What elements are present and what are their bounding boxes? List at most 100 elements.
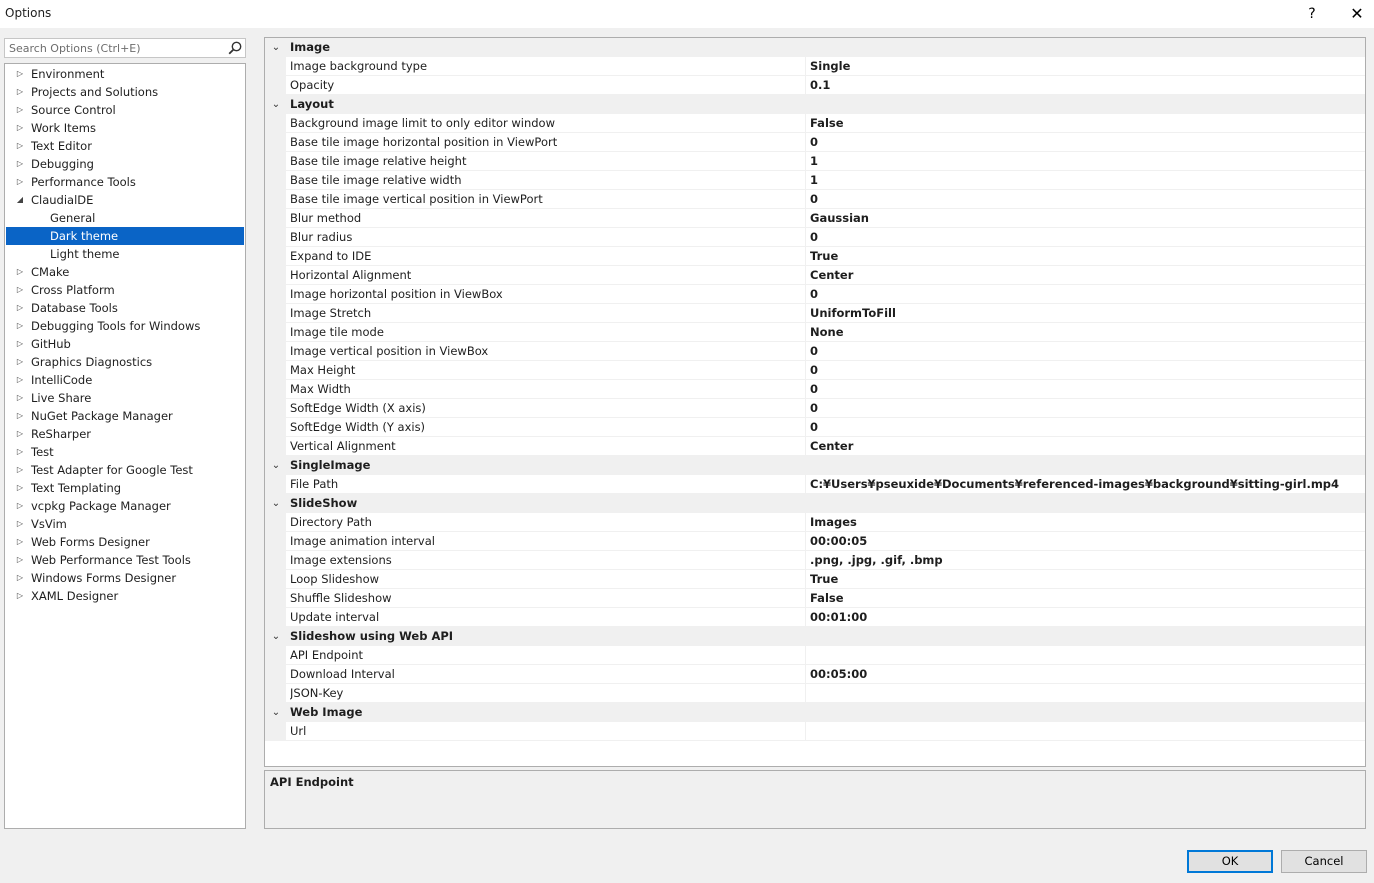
tree-item-general[interactable]: General <box>6 209 244 227</box>
property-row-image-horizontal-position-in-viewbox[interactable]: Image horizontal position in ViewBox 0 <box>265 285 1365 304</box>
tree-item-cross-platform[interactable]: ▷ Cross Platform <box>6 281 244 299</box>
tree-item-light-theme[interactable]: Light theme <box>6 245 244 263</box>
property-value[interactable]: 0 <box>805 190 1365 209</box>
tree-item-work-items[interactable]: ▷ Work Items <box>6 119 244 137</box>
ok-button[interactable]: OK <box>1187 850 1273 873</box>
property-row-update-interval[interactable]: Update interval 00:01:00 <box>265 608 1365 627</box>
property-value[interactable] <box>805 722 1365 741</box>
collapsed-arrow-icon[interactable]: ▷ <box>14 299 26 317</box>
tree-item-environment[interactable]: ▷ Environment <box>6 65 244 83</box>
property-value[interactable]: False <box>805 114 1365 133</box>
property-value[interactable]: True <box>805 570 1365 589</box>
collapsed-arrow-icon[interactable]: ▷ <box>14 173 26 191</box>
tree-item-projects-and-solutions[interactable]: ▷ Projects and Solutions <box>6 83 244 101</box>
category-layout[interactable]: ⌄ Layout <box>265 95 1365 114</box>
property-value[interactable]: 1 <box>805 152 1365 171</box>
property-value[interactable]: 00:01:00 <box>805 608 1365 627</box>
property-row-base-tile-image-horizontal-position-in-viewport[interactable]: Base tile image horizontal position in V… <box>265 133 1365 152</box>
collapsed-arrow-icon[interactable]: ▷ <box>14 515 26 533</box>
expanded-arrow-icon[interactable]: ◢ <box>14 191 26 209</box>
collapsed-arrow-icon[interactable]: ▷ <box>14 281 26 299</box>
tree-item-debugging[interactable]: ▷ Debugging <box>6 155 244 173</box>
property-row-image-extensions[interactable]: Image extensions .png, .jpg, .gif, .bmp <box>265 551 1365 570</box>
property-value[interactable]: Center <box>805 266 1365 285</box>
collapsed-arrow-icon[interactable]: ▷ <box>14 461 26 479</box>
property-row-softedge-width-y-axis[interactable]: SoftEdge Width (Y axis) 0 <box>265 418 1365 437</box>
property-row-max-height[interactable]: Max Height 0 <box>265 361 1365 380</box>
property-row-blur-radius[interactable]: Blur radius 0 <box>265 228 1365 247</box>
tree-item-text-templating[interactable]: ▷ Text Templating <box>6 479 244 497</box>
tree-item-test[interactable]: ▷ Test <box>6 443 244 461</box>
tree-item-debugging-tools-for-windows[interactable]: ▷ Debugging Tools for Windows <box>6 317 244 335</box>
chevron-down-icon[interactable]: ⌄ <box>270 95 282 114</box>
property-value[interactable]: 0.1 <box>805 76 1365 95</box>
collapsed-arrow-icon[interactable]: ▷ <box>14 533 26 551</box>
chevron-down-icon[interactable]: ⌄ <box>270 38 282 57</box>
property-value[interactable]: C:¥Users¥pseuxide¥Documents¥referenced-i… <box>805 475 1365 494</box>
property-row-expand-to-ide[interactable]: Expand to IDE True <box>265 247 1365 266</box>
collapsed-arrow-icon[interactable]: ▷ <box>14 425 26 443</box>
collapsed-arrow-icon[interactable]: ▷ <box>14 65 26 83</box>
property-value[interactable]: 00:05:00 <box>805 665 1365 684</box>
property-row-download-interval[interactable]: Download Interval 00:05:00 <box>265 665 1365 684</box>
property-value[interactable] <box>805 646 1365 665</box>
property-row-json-key[interactable]: JSON-Key <box>265 684 1365 703</box>
property-row-horizontal-alignment[interactable]: Horizontal Alignment Center <box>265 266 1365 285</box>
collapsed-arrow-icon[interactable]: ▷ <box>14 137 26 155</box>
chevron-down-icon[interactable]: ⌄ <box>270 456 282 475</box>
property-row-image-tile-mode[interactable]: Image tile mode None <box>265 323 1365 342</box>
property-value[interactable]: Images <box>805 513 1365 532</box>
collapsed-arrow-icon[interactable]: ▷ <box>14 479 26 497</box>
collapsed-arrow-icon[interactable]: ▷ <box>14 569 26 587</box>
chevron-down-icon[interactable]: ⌄ <box>270 703 282 722</box>
property-row-image-background-type[interactable]: Image background type Single <box>265 57 1365 76</box>
property-value[interactable]: Gaussian <box>805 209 1365 228</box>
chevron-down-icon[interactable]: ⌄ <box>270 627 282 646</box>
tree-item-github[interactable]: ▷ GitHub <box>6 335 244 353</box>
property-value[interactable]: Center <box>805 437 1365 456</box>
collapsed-arrow-icon[interactable]: ▷ <box>14 389 26 407</box>
property-row-background-image-limit-to-only-editor-window[interactable]: Background image limit to only editor wi… <box>265 114 1365 133</box>
tree-item-text-editor[interactable]: ▷ Text Editor <box>6 137 244 155</box>
collapsed-arrow-icon[interactable]: ▷ <box>14 263 26 281</box>
tree-item-xaml-designer[interactable]: ▷ XAML Designer <box>6 587 244 605</box>
tree-item-resharper[interactable]: ▷ ReSharper <box>6 425 244 443</box>
category-slideshow[interactable]: ⌄ SlideShow <box>265 494 1365 513</box>
collapsed-arrow-icon[interactable]: ▷ <box>14 83 26 101</box>
collapsed-arrow-icon[interactable]: ▷ <box>14 353 26 371</box>
tree-item-windows-forms-designer[interactable]: ▷ Windows Forms Designer <box>6 569 244 587</box>
property-row-softedge-width-x-axis[interactable]: SoftEdge Width (X axis) 0 <box>265 399 1365 418</box>
tree-item-test-adapter-for-google-test[interactable]: ▷ Test Adapter for Google Test <box>6 461 244 479</box>
cancel-button[interactable]: Cancel <box>1281 850 1367 873</box>
collapsed-arrow-icon[interactable]: ▷ <box>14 407 26 425</box>
tree-item-vcpkg-package-manager[interactable]: ▷ vcpkg Package Manager <box>6 497 244 515</box>
property-row-base-tile-image-vertical-position-in-viewport[interactable]: Base tile image vertical position in Vie… <box>265 190 1365 209</box>
tree-item-database-tools[interactable]: ▷ Database Tools <box>6 299 244 317</box>
tree-item-live-share[interactable]: ▷ Live Share <box>6 389 244 407</box>
property-value[interactable]: UniformToFill <box>805 304 1365 323</box>
property-value[interactable]: 0 <box>805 399 1365 418</box>
search-input[interactable] <box>5 39 225 57</box>
property-value[interactable]: .png, .jpg, .gif, .bmp <box>805 551 1365 570</box>
collapsed-arrow-icon[interactable]: ▷ <box>14 335 26 353</box>
close-button[interactable]: ✕ <box>1337 0 1374 28</box>
property-row-image-animation-interval[interactable]: Image animation interval 00:00:05 <box>265 532 1365 551</box>
property-value[interactable]: False <box>805 589 1365 608</box>
property-row-base-tile-image-relative-height[interactable]: Base tile image relative height 1 <box>265 152 1365 171</box>
category-web-image[interactable]: ⌄ Web Image <box>265 703 1365 722</box>
property-value[interactable]: 0 <box>805 418 1365 437</box>
tree-item-nuget-package-manager[interactable]: ▷ NuGet Package Manager <box>6 407 244 425</box>
property-row-max-width[interactable]: Max Width 0 <box>265 380 1365 399</box>
tree-item-vsvim[interactable]: ▷ VsVim <box>6 515 244 533</box>
collapsed-arrow-icon[interactable]: ▷ <box>14 101 26 119</box>
property-value[interactable]: 0 <box>805 380 1365 399</box>
collapsed-arrow-icon[interactable]: ▷ <box>14 155 26 173</box>
property-value[interactable]: None <box>805 323 1365 342</box>
property-value[interactable]: 0 <box>805 285 1365 304</box>
tree-item-intellicode[interactable]: ▷ IntelliCode <box>6 371 244 389</box>
property-row-api-endpoint[interactable]: API Endpoint <box>265 646 1365 665</box>
collapsed-arrow-icon[interactable]: ▷ <box>14 551 26 569</box>
tree-item-performance-tools[interactable]: ▷ Performance Tools <box>6 173 244 191</box>
category-singleimage[interactable]: ⌄ SingleImage <box>265 456 1365 475</box>
property-value[interactable]: 0 <box>805 228 1365 247</box>
